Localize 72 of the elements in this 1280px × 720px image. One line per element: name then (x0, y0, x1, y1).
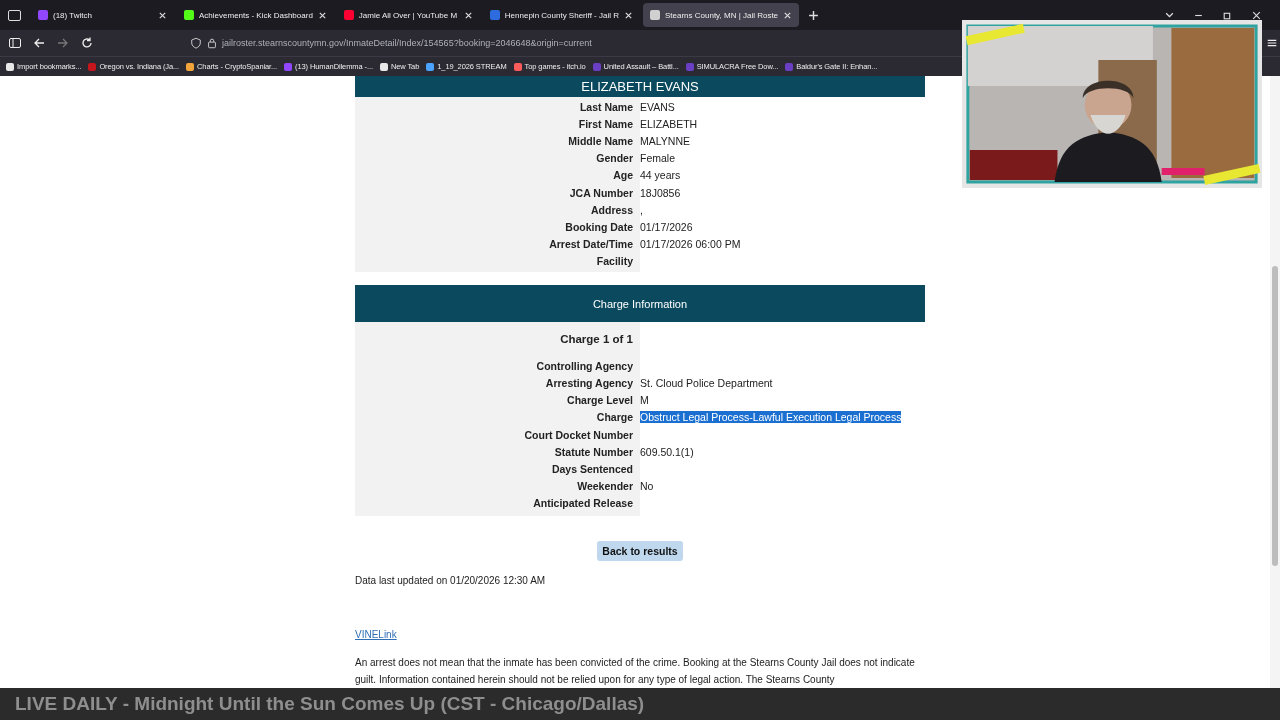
field-label: Arresting Agency (544, 377, 634, 390)
field-value: ELIZABETH (640, 117, 698, 130)
field-label: Court Docket Number (523, 428, 634, 441)
field-value: , (640, 203, 643, 216)
reload-icon[interactable] (80, 36, 94, 50)
charge-heading: Charge 1 of 1 (559, 333, 634, 346)
field-label: Middle Name (567, 134, 634, 147)
field-label: First Name (577, 117, 634, 130)
close-icon[interactable] (158, 10, 167, 20)
field-value: 18J0856 (640, 186, 681, 199)
field-label: JCA Number (568, 186, 634, 199)
field-label: Booking Date (564, 220, 634, 233)
field-label: Gender (595, 152, 634, 165)
browser-tab[interactable]: (18) Twitch (31, 3, 174, 27)
tab-title: Hennepin County Sheriff - Jail R (504, 10, 619, 20)
field-label: Charge (595, 411, 634, 424)
new-tab-icon[interactable] (808, 9, 820, 21)
field-value: St. Cloud Police Department (640, 377, 773, 390)
shield-icon (190, 37, 202, 49)
vinelink-link[interactable]: VINELink (355, 629, 397, 640)
field-value: 01/17/2026 06:00 PM (640, 238, 741, 251)
banner-text: LIVE DAILY - Midnight Until the Sun Comes Up (CST - Chicago/Dallas) (15, 693, 645, 715)
tab-title: Stearns County, MN | Jail Roste (664, 10, 779, 20)
tab-title: Achievements - Kick Dashboard (199, 10, 313, 20)
field-label: Last Name (578, 100, 634, 113)
field-label: Statute Number (553, 445, 634, 458)
tab-title: (18) Twitch (53, 10, 93, 20)
sidebar-icon[interactable] (8, 36, 22, 50)
field-value: M (640, 394, 649, 407)
field-value: 609.50.1(1) (640, 445, 694, 458)
disclaimer-text: An arrest does not mean that the inmate has been convicted of the crime. Booking at the Stearns County Jail does not indicate guilt. Information contained herein should not be relied upon for any type of legal action. The Stearns County (355, 656, 916, 687)
close-icon[interactable] (783, 10, 793, 20)
close-icon[interactable] (1251, 9, 1262, 21)
section-title: Charge Information (592, 297, 688, 310)
field-value: Female (640, 152, 675, 165)
browser-tab[interactable]: Achievements - Kick Dashboard (177, 3, 334, 27)
field-label: Anticipated Release (532, 497, 634, 510)
field-label: Days Sentenced (550, 463, 634, 476)
field-label: Weekender (576, 480, 634, 493)
close-icon[interactable] (317, 10, 327, 20)
back-icon[interactable] (32, 36, 46, 50)
field-label: Age (612, 169, 634, 182)
field-label: Address (590, 203, 634, 216)
field-value: MALYNNE (640, 134, 690, 147)
field-value: No (640, 480, 654, 493)
field-label: Charge Level (566, 394, 634, 407)
field-label: Arrest Date/Time (548, 238, 634, 251)
browser-tab[interactable]: Jamie All Over | YouTube M (336, 3, 480, 27)
browser-tab[interactable]: Hennepin County Sheriff - Jail R (482, 3, 640, 27)
browser-tab[interactable]: Stearns County, MN | Jail Roste (642, 3, 800, 27)
site-icon (649, 10, 660, 20)
close-icon[interactable] (623, 10, 633, 20)
site-icon (489, 10, 500, 20)
site-icon (343, 10, 354, 20)
field-label: Controlling Agency (535, 359, 634, 372)
lock-icon (206, 37, 218, 49)
field-value: 01/17/2026 (640, 220, 693, 233)
last-updated-text: Data last updated on 01/20/2026 12:30 AM (355, 575, 547, 586)
inmate-name: ELIZABETH EVANS (581, 79, 699, 94)
site-icon (184, 10, 194, 20)
site-icon (38, 10, 48, 20)
back-to-results-button[interactable]: Back to results (597, 541, 683, 561)
scrollbar[interactable] (1270, 76, 1280, 688)
menu-icon[interactable] (1266, 37, 1278, 49)
forward-icon[interactable] (56, 36, 70, 50)
field-value: EVANS (640, 100, 675, 113)
close-icon[interactable] (463, 10, 473, 20)
field-value: 44 years (640, 169, 681, 182)
field-label: Facility (595, 255, 634, 268)
tab-title: Jamie All Over | YouTube M (358, 10, 459, 20)
url-text: jailroster.stearnscountymn.gov/InmateDetail/Index/154565?booking=2046648&origin=current (222, 38, 592, 48)
tab-list-icon[interactable] (8, 9, 21, 21)
